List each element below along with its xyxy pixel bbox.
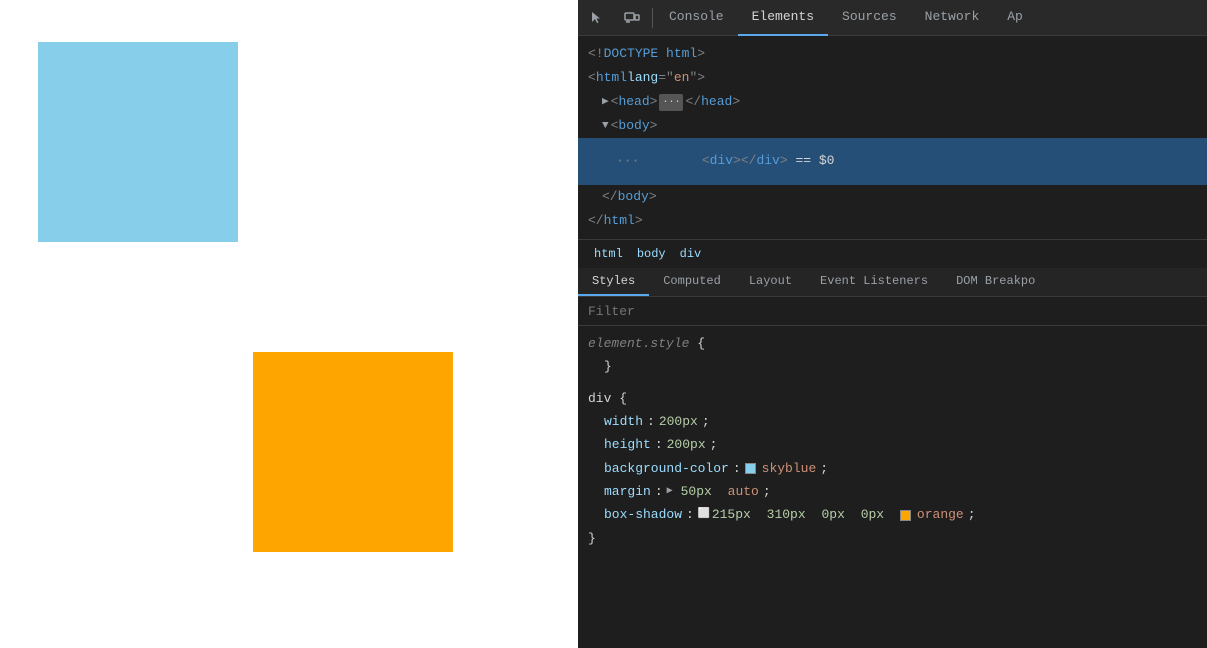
tree-line-body-open[interactable]: ▼ <body> bbox=[578, 114, 1207, 138]
tab-ap[interactable]: Ap bbox=[993, 0, 1037, 36]
orange-box-element bbox=[253, 352, 453, 552]
background-color-swatch[interactable] bbox=[745, 463, 756, 474]
element-style-selector: element.style { bbox=[588, 332, 1197, 355]
tab-separator bbox=[652, 8, 653, 28]
styles-tab-bar: Styles Computed Layout Event Listeners D… bbox=[578, 268, 1207, 297]
tab-elements[interactable]: Elements bbox=[738, 0, 828, 36]
tree-line-html-close[interactable]: </html> bbox=[578, 209, 1207, 233]
css-prop-background-color: background-color : skyblue ; bbox=[588, 457, 1197, 480]
css-prop-margin: margin : ▶ 50px auto ; bbox=[588, 480, 1197, 503]
div-rule-close-brace: } bbox=[588, 527, 1197, 550]
breadcrumb-html[interactable]: html bbox=[588, 245, 629, 263]
tree-line-div-selected[interactable]: ··· <div></div> == $0 bbox=[578, 138, 1207, 184]
tab-sources[interactable]: Sources bbox=[828, 0, 911, 36]
css-rules-area: element.style { } div { width : 200px bbox=[578, 326, 1207, 648]
tree-line-doctype[interactable]: <!DOCTYPE html> bbox=[578, 42, 1207, 66]
tab-console[interactable]: Console bbox=[655, 0, 738, 36]
tab-dom-breakpoints[interactable]: DOM Breakpo bbox=[942, 268, 1049, 296]
css-prop-width: width : 200px ; bbox=[588, 410, 1197, 433]
breadcrumb-body[interactable]: body bbox=[631, 245, 672, 263]
css-prop-height: height : 200px ; bbox=[588, 433, 1197, 456]
tab-event-listeners[interactable]: Event Listeners bbox=[806, 268, 942, 296]
device-emulation-button[interactable] bbox=[614, 0, 650, 36]
div-css-rule: div { width : 200px ; height : 200px ; bbox=[588, 387, 1197, 551]
filter-input[interactable] bbox=[588, 304, 1197, 319]
box-shadow-color-swatch[interactable] bbox=[900, 510, 911, 521]
tree-line-body-close[interactable]: </body> bbox=[578, 185, 1207, 209]
html-tree: <!DOCTYPE html> <html lang="en"> ▶ <head… bbox=[578, 36, 1207, 239]
devtools-tab-bar: Console Elements Sources Network Ap bbox=[578, 0, 1207, 36]
tab-styles[interactable]: Styles bbox=[578, 268, 649, 296]
box-shadow-expand-icon[interactable]: ⬜ bbox=[698, 506, 708, 524]
element-style-rule: element.style { } bbox=[588, 332, 1197, 379]
browser-viewport bbox=[0, 0, 578, 648]
blue-box-element bbox=[38, 42, 238, 242]
tab-layout[interactable]: Layout bbox=[735, 268, 806, 296]
cursor-tool-button[interactable] bbox=[578, 0, 614, 36]
element-style-close-brace: } bbox=[588, 355, 1197, 378]
elements-panel: <!DOCTYPE html> <html lang="en"> ▶ <head… bbox=[578, 36, 1207, 648]
margin-expand-icon[interactable]: ▶ bbox=[667, 483, 677, 501]
tree-line-head[interactable]: ▶ <head> ··· </head> bbox=[578, 90, 1207, 114]
tree-line-html[interactable]: <html lang="en"> bbox=[578, 66, 1207, 90]
div-selector-line: div { bbox=[588, 387, 1197, 410]
tab-computed[interactable]: Computed bbox=[649, 268, 735, 296]
devtools-panel: Console Elements Sources Network Ap <!DO… bbox=[578, 0, 1207, 648]
breadcrumb: html body div bbox=[578, 239, 1207, 268]
breadcrumb-div[interactable]: div bbox=[674, 245, 708, 263]
tab-network[interactable]: Network bbox=[911, 0, 994, 36]
filter-bar bbox=[578, 297, 1207, 326]
css-prop-box-shadow: box-shadow : ⬜ 215px 310px 0px 0px orang… bbox=[588, 503, 1197, 526]
